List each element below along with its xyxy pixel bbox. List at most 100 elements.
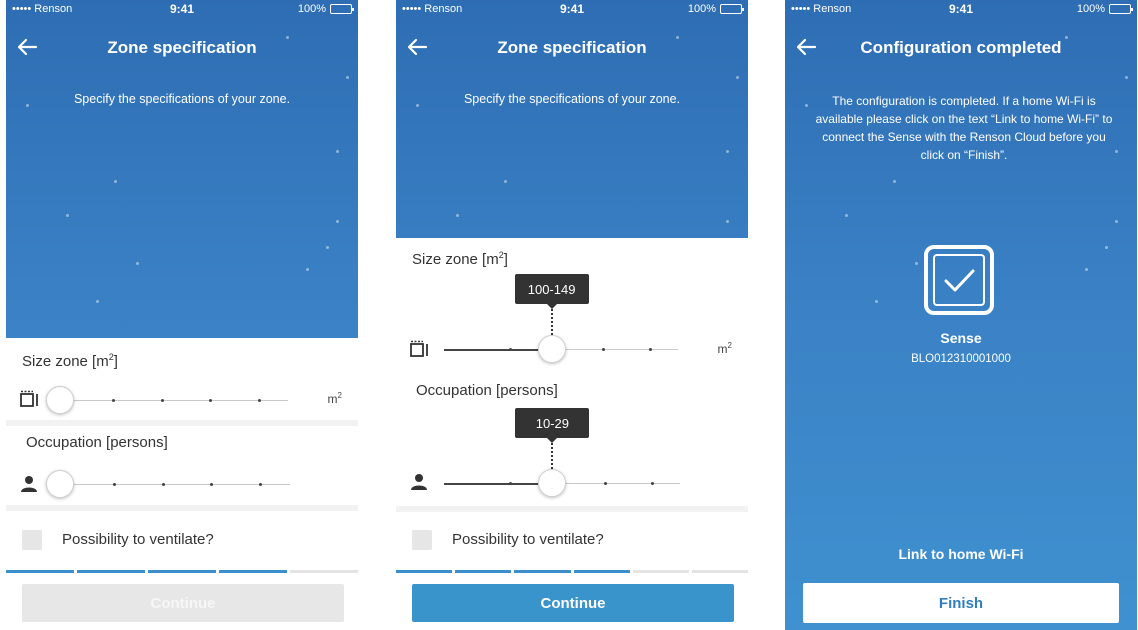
background-dot — [114, 180, 117, 183]
link-home-wifi-link[interactable]: Link to home Wi-Fi — [785, 546, 1137, 562]
slider-thumb[interactable] — [538, 469, 567, 497]
progress-segment — [290, 570, 358, 573]
slider-thumb[interactable] — [46, 386, 74, 414]
finish-button[interactable]: Finish — [803, 583, 1119, 623]
background-dot — [66, 214, 69, 217]
background-dot — [1125, 76, 1128, 79]
page-title: Zone specification — [107, 38, 257, 57]
background-dot — [326, 246, 329, 249]
step-progress-bar — [6, 570, 358, 573]
room-size-icon — [20, 390, 38, 407]
status-bar: ••••• Renson 9:41 100% — [6, 0, 358, 18]
page-title: Zone specification — [497, 38, 647, 57]
background-dot — [306, 268, 309, 271]
step-progress-bar — [396, 570, 748, 573]
ventilate-checkbox[interactable] — [22, 530, 42, 550]
ventilate-label: Possibility to ventilate? — [452, 531, 604, 548]
zone-specification-screen-initial: ••••• Renson 9:41 100% Zone specificatio… — [6, 0, 358, 630]
slider-fill — [444, 348, 538, 351]
progress-segment — [455, 570, 512, 573]
background-dot — [845, 214, 848, 217]
slider-tick — [161, 483, 165, 486]
background-dot — [726, 220, 729, 223]
slider-tick — [112, 399, 116, 402]
battery-icon — [330, 4, 354, 14]
device-id: BLO012310001000 — [911, 353, 1011, 365]
ventilate-label: Possibility to ventilate? — [62, 531, 214, 548]
slider-tick — [209, 399, 213, 402]
slider-track[interactable] — [46, 400, 288, 401]
slider-tick — [257, 399, 261, 402]
configuration-description: The configuration is completed. If a hom… — [815, 94, 1113, 162]
background-dot — [336, 150, 339, 153]
ventilate-row[interactable]: Possibility to ventilate? — [6, 512, 358, 568]
time-label: 9:41 — [559, 2, 585, 16]
slider-thumb[interactable] — [537, 335, 566, 363]
unit-label: m2 — [327, 391, 342, 406]
slider-tick — [603, 482, 607, 485]
divider — [6, 420, 358, 426]
specification-card: Size zone [m2] m2 Occupation [persons] P… — [396, 238, 748, 630]
slider-tick — [509, 482, 513, 485]
progress-segment — [691, 570, 748, 573]
configuration-completed-screen: ••••• Renson 9:41 100% Configuration com… — [785, 0, 1137, 630]
progress-segment — [514, 570, 571, 573]
progress-segment — [573, 570, 630, 573]
slider-tick — [649, 348, 653, 351]
checkmark-icon — [924, 245, 994, 315]
slider-tick — [602, 348, 606, 351]
battery-icon — [720, 4, 744, 14]
battery-icon — [1109, 4, 1133, 14]
progress-segment — [148, 570, 216, 573]
background-dot — [346, 76, 349, 79]
slider-tick — [259, 483, 263, 486]
slider-tick — [112, 483, 116, 486]
progress-segment — [6, 570, 74, 573]
ventilate-checkbox[interactable] — [412, 530, 432, 550]
slider-tick — [650, 482, 654, 485]
slider-tick — [210, 483, 214, 486]
background-dot — [805, 104, 808, 107]
background-dot — [893, 180, 896, 183]
background-dot — [136, 262, 139, 265]
background-dot — [726, 150, 729, 153]
time-label: 9:41 — [169, 2, 195, 16]
background-dot — [96, 300, 99, 303]
page-title: Configuration completed — [860, 38, 1062, 57]
background-dot — [336, 220, 339, 223]
size-zone-label: Size zone [m2] — [412, 250, 508, 268]
background-dot — [915, 262, 918, 265]
background-dot — [1105, 246, 1108, 249]
slider-tooltip-connector — [550, 309, 553, 335]
page-subtitle: Specify the specifications of your zone. — [463, 92, 681, 106]
background-dot — [1115, 220, 1118, 223]
progress-segment — [77, 570, 145, 573]
progress-segment — [396, 570, 453, 573]
occupation-label: Occupation [persons] — [26, 434, 168, 451]
progress-segment — [219, 570, 287, 573]
page-subtitle: Specify the specifications of your zone. — [73, 92, 291, 106]
slider-value-tooltip: 10-29 — [515, 408, 590, 443]
slider-track[interactable] — [46, 484, 290, 485]
ventilate-row[interactable]: Possibility to ventilate? — [396, 512, 748, 568]
slider-tooltip-connector — [551, 443, 554, 469]
slider-value-tooltip: 100-149 — [514, 274, 589, 309]
slider-thumb[interactable] — [46, 470, 74, 498]
occupation-label: Occupation [persons] — [416, 382, 558, 399]
background-dot — [875, 300, 878, 303]
background-dot — [1085, 268, 1088, 271]
progress-segment — [632, 570, 689, 573]
continue-button[interactable]: Continue — [412, 584, 734, 622]
background-dot — [504, 180, 507, 183]
size-zone-label: Size zone [m2] — [22, 352, 118, 370]
person-icon — [21, 476, 37, 492]
time-label: 9:41 — [948, 2, 974, 16]
device-name: Sense — [940, 330, 982, 346]
zone-specification-screen-filled: ••••• Renson 9:41 100% Zone specificatio… — [396, 0, 748, 630]
continue-button[interactable]: Continue — [22, 584, 344, 622]
person-icon — [411, 474, 427, 490]
room-size-icon — [410, 340, 428, 357]
status-bar: ••••• Renson 9:41 100% — [396, 0, 748, 18]
background-dot — [736, 76, 739, 79]
background-dot — [456, 214, 459, 217]
